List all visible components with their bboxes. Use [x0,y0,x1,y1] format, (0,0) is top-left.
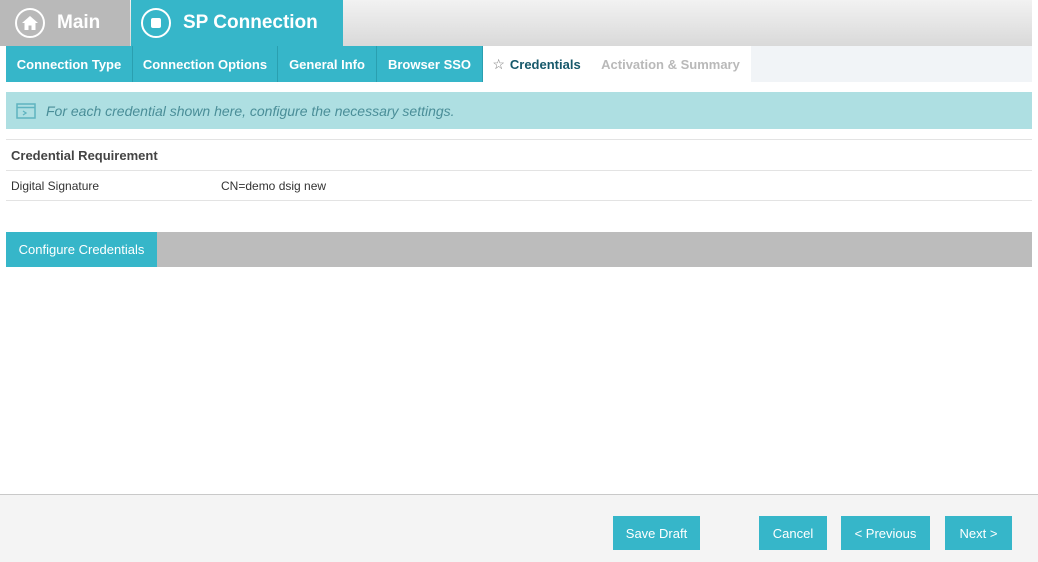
home-icon [15,8,45,38]
configure-bar: Configure Credentials [6,232,1032,267]
tab-activation-summary: Activation & Summary [590,46,751,82]
info-banner: For each credential shown here, configur… [6,92,1032,129]
configure-credentials-button[interactable]: Configure Credentials [6,232,157,267]
tab-credentials[interactable]: ☆ Credentials [483,46,590,82]
page: Main SP Connection Connection Type Conne… [0,0,1038,562]
tab-label: Browser SSO [387,56,472,72]
info-window-icon [16,102,36,119]
tab-general-info[interactable]: General Info [278,46,377,82]
tab-sp-connection-label: SP Connection [183,12,318,33]
tab-sp-connection[interactable]: SP Connection [131,0,343,46]
stop-icon [141,8,171,38]
footer: Save Draft Cancel < Previous Next > [0,494,1038,562]
table-row: Digital Signature CN=demo dsig new [6,170,1032,201]
tab-connection-type[interactable]: Connection Type [6,46,133,82]
wizard-steps: Connection Type Connection Options Gener… [6,46,1032,82]
tab-browser-sso[interactable]: Browser SSO [377,46,483,82]
tab-label: Connection Type [16,56,122,72]
tab-connection-options[interactable]: Connection Options [133,46,278,82]
credential-value: CN=demo dsig new [221,178,327,193]
tab-main[interactable]: Main [0,0,130,46]
table-header: Credential Requirement [6,139,1032,170]
previous-button[interactable]: < Previous [841,516,930,550]
cancel-button[interactable]: Cancel [759,516,827,550]
credential-name: Digital Signature [11,178,100,193]
info-message: For each credential shown here, configur… [46,102,455,119]
next-button[interactable]: Next > [945,516,1012,550]
star-icon: ☆ [492,55,505,72]
credential-table: Credential Requirement Digital Signature… [6,139,1032,201]
tab-label: Credentials [509,56,581,72]
tab-label: General Info [289,56,365,72]
save-draft-button[interactable]: Save Draft [613,516,700,550]
tab-label: Connection Options [142,56,268,72]
column-header: Credential Requirement [11,147,158,163]
tab-main-label: Main [57,12,101,33]
tab-label: Activation & Summary [601,56,740,72]
top-navigation: Main SP Connection [0,0,1032,46]
